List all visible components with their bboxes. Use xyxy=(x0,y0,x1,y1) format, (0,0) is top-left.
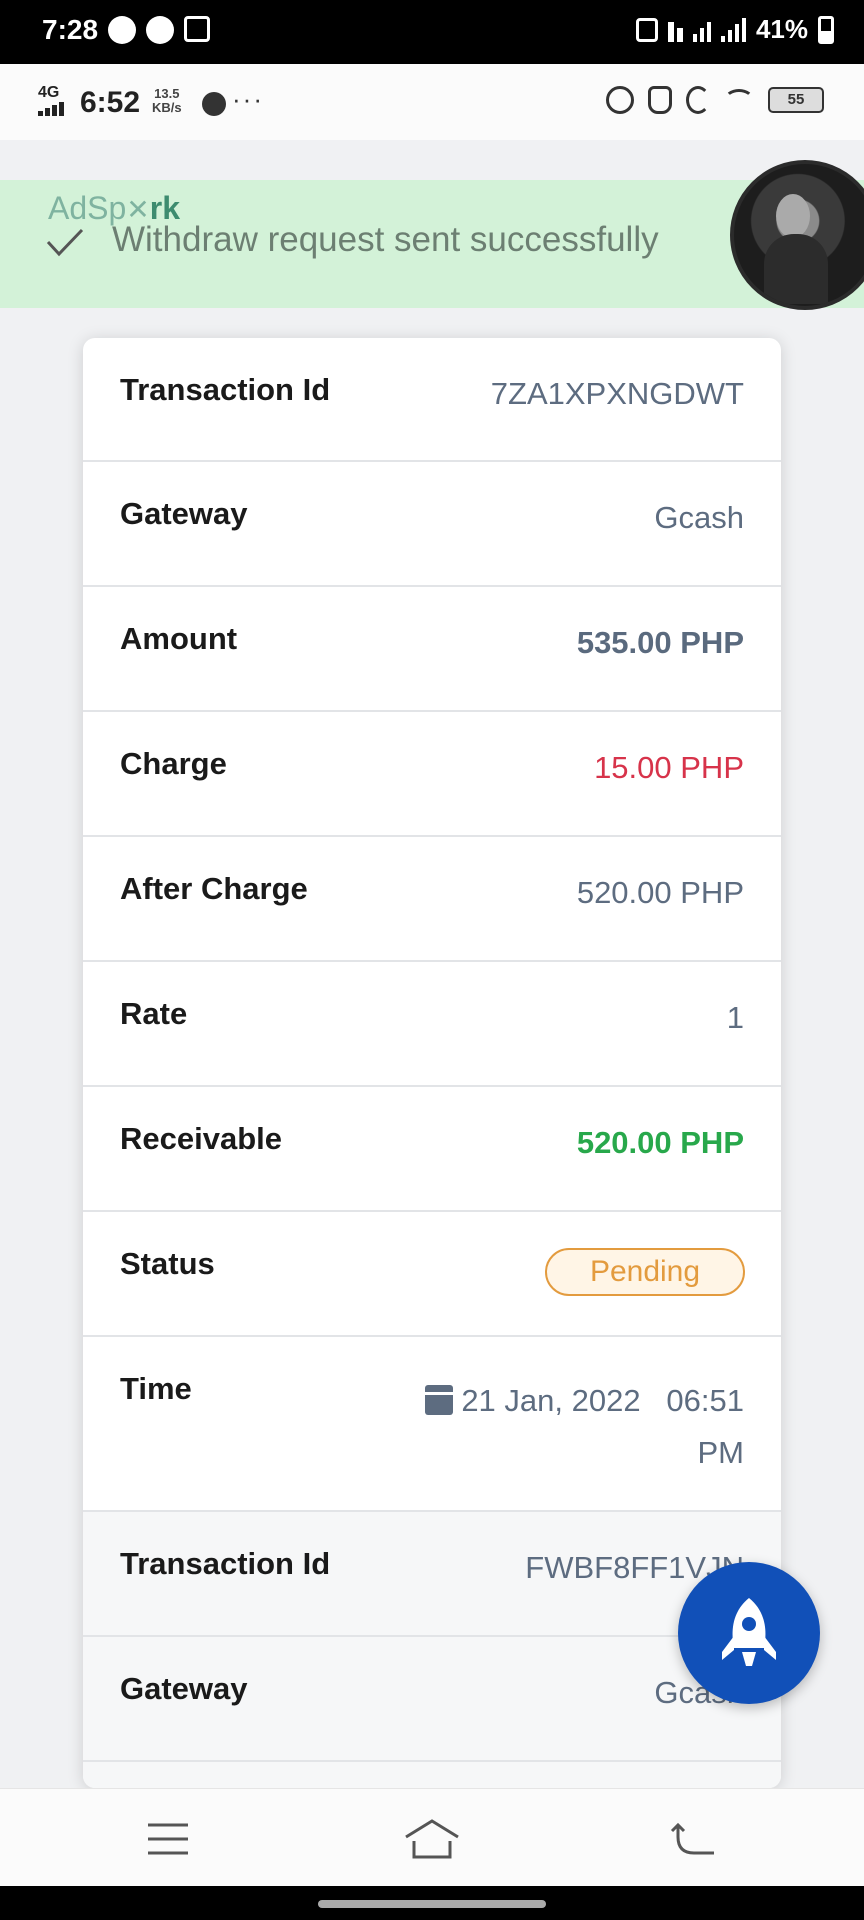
alarm-icon xyxy=(606,86,634,114)
gateway-value: Gcash xyxy=(654,500,744,535)
wifi-icon xyxy=(724,89,754,111)
cell-signal-icon-inner xyxy=(38,102,64,116)
status-badge: Pending xyxy=(545,1248,745,1296)
row-next xyxy=(83,1762,781,1788)
more-notifications: ··· xyxy=(232,84,264,114)
back-button[interactable] xyxy=(664,1811,724,1867)
row-status: Status Pending xyxy=(83,1212,781,1337)
transaction-id-value: 7ZA1XPXNGDWT xyxy=(490,376,744,411)
gateway-label-2: Gateway xyxy=(120,1671,248,1706)
recent-apps-button[interactable] xyxy=(138,1811,198,1867)
date-value: 21 Jan, 2022 xyxy=(461,1383,641,1418)
amount-label: Amount xyxy=(120,621,238,656)
system-time: 7:28 xyxy=(42,14,99,45)
row-time: Time 21 Jan, 2022 06:51 PM xyxy=(83,1337,781,1512)
period-value: PM xyxy=(697,1435,745,1470)
transaction-id-label-2: Transaction Id xyxy=(120,1546,331,1581)
after-charge-value: 520.00 PHP xyxy=(576,875,744,910)
time-label: Time xyxy=(120,1371,192,1406)
transaction-id-label: Transaction Id xyxy=(120,372,331,407)
home-indicator[interactable] xyxy=(318,1900,546,1908)
network-speed: 13.5 KB/s xyxy=(152,87,182,115)
charge-value: 15.00 PHP xyxy=(594,750,744,785)
row-charge: Charge 15.00 PHP xyxy=(83,712,781,837)
row-amount: Amount 535.00 PHP xyxy=(83,587,781,712)
rocket-fab-button[interactable] xyxy=(678,1562,820,1704)
battery-level: 55 xyxy=(768,87,824,113)
network-type: 4G xyxy=(38,84,60,101)
inner-time: 6:52 xyxy=(80,86,141,119)
gateway-label: Gateway xyxy=(120,496,248,531)
receivable-value: 520.00 PHP xyxy=(576,1125,744,1160)
lock-icon xyxy=(635,17,658,42)
charge-label: Charge xyxy=(120,746,227,781)
time-value: 21 Jan, 2022 06:51 PM xyxy=(384,1375,744,1479)
check-icon xyxy=(46,228,84,257)
dnd-moon-icon xyxy=(686,86,710,114)
cell-signal-icon xyxy=(720,17,746,42)
transaction-card: Transaction Id 7ZA1XPXNGDWT Gateway Gcas… xyxy=(83,338,781,1788)
calendar-icon xyxy=(425,1385,454,1415)
row-receivable: Receivable 520.00 PHP xyxy=(83,1087,781,1212)
clock-value: 06:51 xyxy=(666,1383,744,1418)
receivable-label: Receivable xyxy=(120,1121,282,1156)
rate-label: Rate xyxy=(120,996,188,1031)
row-transaction-id-2: Transaction Id FWBF8FF1VJN xyxy=(83,1512,781,1637)
rocket-icon xyxy=(722,1598,776,1666)
speed-unit: KB/s xyxy=(152,100,182,115)
rate-value: 1 xyxy=(726,1000,744,1035)
wifi-signal-icon xyxy=(692,18,711,42)
row-gateway-2: Gateway Gcash xyxy=(83,1637,781,1762)
row-after-charge: After Charge 520.00 PHP xyxy=(83,837,781,962)
system-navigation-bar xyxy=(0,1788,864,1886)
home-button[interactable] xyxy=(402,1811,462,1867)
messenger-icon-2 xyxy=(146,16,174,44)
amount-value: 535.00 PHP xyxy=(576,625,744,660)
system-status-bar: 7:28 41% xyxy=(0,0,864,64)
row-gateway: Gateway Gcash xyxy=(83,462,781,587)
status-label: Status xyxy=(120,1246,215,1281)
row-rate: Rate 1 xyxy=(83,962,781,1087)
battery-icon xyxy=(818,15,834,44)
speed-value: 13.5 xyxy=(154,86,180,101)
after-charge-label: After Charge xyxy=(120,871,308,906)
battery-percent: 41% xyxy=(755,14,808,44)
messenger-icon-inner xyxy=(202,92,226,116)
success-message: Withdraw request sent successfully xyxy=(112,220,659,259)
row-transaction-id: Transaction Id 7ZA1XPXNGDWT xyxy=(83,338,781,462)
mute-icon xyxy=(667,18,683,42)
mute-bell-icon xyxy=(648,86,672,114)
messenger-icon xyxy=(108,16,136,44)
gallery-icon xyxy=(184,16,210,42)
